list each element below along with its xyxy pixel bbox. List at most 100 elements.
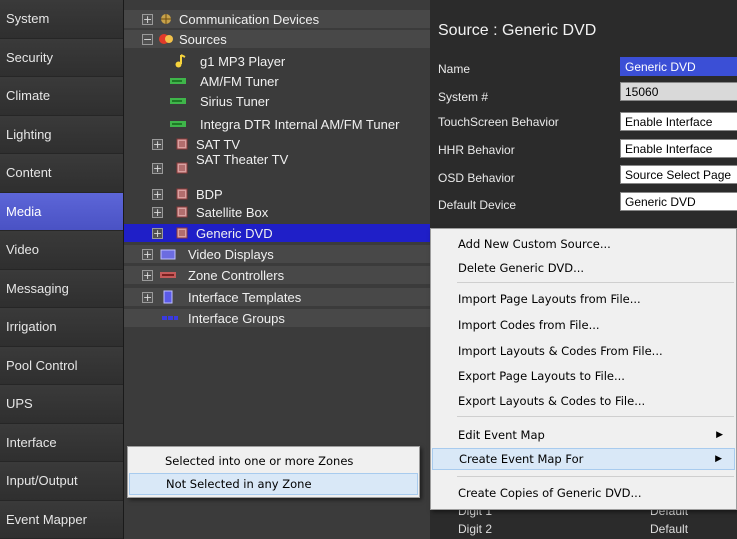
expand-icon[interactable]: +: [152, 162, 163, 174]
expand-icon[interactable]: +: [152, 138, 163, 150]
nav-item-messaging[interactable]: Messaging: [0, 269, 123, 308]
controller-icon: [160, 269, 176, 281]
menu-item-import-codes[interactable]: Import Codes from File...: [432, 314, 735, 336]
tree-item-bdp[interactable]: + BDP: [124, 185, 430, 203]
app-window: { "nav": { "items": [ {"label": "System"…: [0, 0, 737, 539]
sources-icon: [158, 33, 174, 45]
submenu-item-not-selected-zones[interactable]: Not Selected in any Zone: [129, 473, 418, 495]
tree-label: SAT Theater TV: [196, 152, 289, 167]
menu-separator: [457, 416, 734, 417]
submenu-arrow-icon: ▶: [716, 430, 723, 440]
menu-separator: [457, 282, 734, 283]
sidebar-nav: System Security Climate Lighting Content…: [0, 0, 124, 539]
tree-item-sources[interactable]: − Sources: [124, 30, 430, 48]
tree-label: SAT TV: [196, 136, 241, 152]
nav-item-media[interactable]: Media: [0, 192, 123, 231]
tree-item-video-displays[interactable]: + Video Displays: [124, 245, 430, 263]
osd-behavior-select[interactable]: Source Select Page: [620, 165, 737, 184]
nav-item-lighting[interactable]: Lighting: [0, 115, 123, 154]
menu-item-export-page-layouts[interactable]: Export Page Layouts to File...: [432, 365, 735, 387]
device-icon: [174, 162, 190, 174]
submenu-arrow-icon: ▶: [715, 454, 722, 464]
tree-item-sat-tv[interactable]: + SAT TV: [124, 135, 430, 153]
nav-item-event-mapper[interactable]: Event Mapper: [0, 500, 123, 539]
tuner-icon: [170, 75, 186, 87]
nav-item-pool-control[interactable]: Pool Control: [0, 346, 123, 385]
device-icon: [174, 138, 190, 150]
tree-label: Sources: [179, 31, 227, 47]
menu-separator: [457, 476, 734, 477]
name-field[interactable]: Generic DVD: [620, 57, 737, 76]
page-title: Source : Generic DVD: [438, 22, 597, 39]
tree-label: Interface Groups: [188, 310, 285, 326]
expand-icon[interactable]: +: [152, 227, 163, 239]
digit-2-value: Default: [650, 522, 689, 536]
expand-icon[interactable]: +: [142, 13, 153, 25]
menu-item-label: Create Event Map For: [459, 452, 584, 466]
submenu-create-event-map: Selected into one or more Zones Not Sele…: [127, 446, 420, 498]
device-icon: [174, 206, 190, 218]
tree-item-generic-dvd[interactable]: + Generic DVD: [124, 224, 430, 242]
tree-item-zone-controllers[interactable]: + Zone Controllers: [124, 266, 430, 284]
menu-item-add-custom-source[interactable]: Add New Custom Source...: [432, 233, 735, 255]
default-device-label: Default Device: [438, 198, 517, 212]
tree-label: Sirius Tuner: [200, 93, 270, 109]
tree-label: Integra DTR Internal AM/FM Tuner: [200, 116, 400, 132]
menu-item-create-event-map-for[interactable]: Create Event Map For ▶: [432, 448, 735, 470]
nav-item-security[interactable]: Security: [0, 38, 123, 77]
nav-item-irrigation[interactable]: Irrigation: [0, 308, 123, 347]
osd-behavior-label: OSD Behavior: [438, 171, 515, 185]
digit-2-label: Digit 2: [458, 522, 493, 536]
expand-icon[interactable]: +: [152, 188, 163, 200]
menu-item-import-layouts-codes[interactable]: Import Layouts & Codes From File...: [432, 340, 735, 362]
expand-icon[interactable]: +: [142, 269, 153, 281]
nav-item-system[interactable]: System: [0, 0, 123, 39]
tree-item-g1-mp3-player[interactable]: g1 MP3 Player: [124, 52, 430, 70]
nav-item-climate[interactable]: Climate: [0, 77, 123, 116]
collapse-icon[interactable]: −: [142, 33, 153, 45]
context-menu: Add New Custom Source... Delete Generic …: [430, 228, 737, 510]
tree-label: Video Displays: [188, 246, 274, 262]
tree-label: AM/FM Tuner: [200, 73, 279, 89]
menu-item-export-layouts-codes[interactable]: Export Layouts & Codes to File...: [432, 390, 735, 412]
nav-item-video[interactable]: Video: [0, 231, 123, 270]
touchscreen-behavior-select[interactable]: Enable Interface: [620, 112, 737, 131]
tree-item-am-fm-tuner[interactable]: AM/FM Tuner: [124, 72, 430, 90]
tree-label: Zone Controllers: [188, 267, 285, 283]
default-device-select[interactable]: Generic DVD: [620, 192, 737, 211]
tree-label: BDP: [196, 186, 223, 202]
expand-icon[interactable]: +: [142, 248, 153, 260]
nav-item-ups[interactable]: UPS: [0, 385, 123, 424]
tree-item-interface-templates[interactable]: + Interface Templates: [124, 288, 430, 306]
system-number-label: System #: [438, 90, 489, 104]
device-icon: [174, 188, 190, 200]
device-icon: [174, 227, 190, 239]
menu-item-create-copies[interactable]: Create Copies of Generic DVD...: [432, 482, 735, 504]
hhr-behavior-select[interactable]: Enable Interface: [620, 139, 737, 158]
tree-item-sat-theater-tv[interactable]: + SAT Theater TV: [124, 152, 430, 177]
network-icon: [158, 13, 174, 25]
nav-item-content[interactable]: Content: [0, 154, 123, 193]
tree-label: Communication Devices: [179, 11, 320, 27]
expand-icon[interactable]: +: [142, 291, 153, 303]
tree-item-satellite-box[interactable]: + Satellite Box: [124, 203, 430, 221]
menu-item-delete-source[interactable]: Delete Generic DVD...: [432, 257, 735, 279]
name-label: Name: [438, 62, 471, 76]
music-note-icon: [172, 54, 188, 68]
tree-item-interface-groups[interactable]: Interface Groups: [124, 309, 430, 327]
submenu-item-selected-zones[interactable]: Selected into one or more Zones: [129, 450, 418, 472]
tree-item-sirius-tuner[interactable]: Sirius Tuner: [124, 92, 430, 110]
display-icon: [160, 248, 176, 260]
group-icon: [162, 312, 178, 324]
nav-item-interface[interactable]: Interface: [0, 423, 123, 462]
system-number-field: 15060: [620, 82, 737, 101]
tree-label: Generic DVD: [196, 225, 273, 241]
tree-item-integra-tuner[interactable]: Integra DTR Internal AM/FM Tuner: [124, 115, 430, 133]
expand-icon[interactable]: +: [152, 206, 163, 218]
hhr-behavior-label: HHR Behavior: [438, 143, 515, 157]
menu-item-label: Edit Event Map: [458, 428, 545, 442]
tree-item-communication-devices[interactable]: + Communication Devices: [124, 10, 430, 28]
nav-item-input-output[interactable]: Input/Output: [0, 462, 123, 501]
menu-item-edit-event-map[interactable]: Edit Event Map ▶: [432, 424, 735, 446]
menu-item-import-page-layouts[interactable]: Import Page Layouts from File...: [432, 288, 735, 310]
